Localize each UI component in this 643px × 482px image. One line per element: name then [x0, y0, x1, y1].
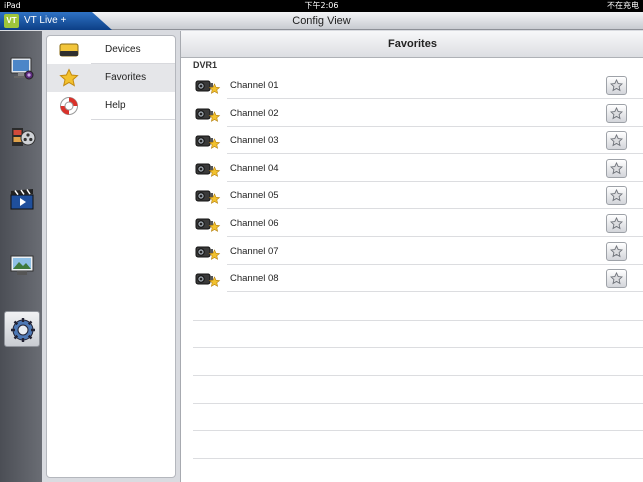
star-outline-icon — [610, 134, 623, 147]
channel-row[interactable]: Channel 05 — [193, 182, 643, 210]
empty-row-divider — [193, 402, 643, 404]
channel-row[interactable]: Channel 02 — [193, 100, 643, 127]
channel-row[interactable]: Channel 08 — [193, 265, 643, 293]
favorite-toggle-button[interactable] — [606, 241, 627, 261]
clapperboard-icon — [10, 189, 34, 210]
app-name: VT Live + — [24, 15, 67, 26]
menu-item-devices[interactable]: Devices — [47, 36, 175, 64]
detail-header: Favorites — [181, 31, 643, 58]
camera-icon — [195, 218, 221, 232]
tab-live-view[interactable] — [4, 51, 40, 87]
empty-row-divider — [193, 347, 643, 349]
tab-config[interactable] — [4, 311, 40, 347]
detail-title: Favorites — [388, 38, 437, 50]
star-outline-icon — [610, 106, 623, 119]
film-reel-icon — [12, 128, 36, 146]
favorite-toggle-button[interactable] — [606, 186, 627, 206]
menu-item-help[interactable]: Help — [47, 92, 175, 120]
channel-row[interactable]: Channel 01 — [193, 72, 643, 99]
lifebuoy-icon — [60, 97, 78, 115]
app-logo-icon: VT — [4, 14, 19, 28]
empty-row-divider — [193, 375, 643, 376]
camera-icon — [195, 135, 221, 150]
channel-label: Channel 01 — [230, 80, 279, 91]
settings-menu: Devices Favorites Help — [46, 35, 176, 478]
camera-icon — [195, 246, 221, 260]
dvr-device-icon — [59, 43, 79, 57]
star-outline-icon — [610, 161, 623, 175]
empty-row-divider — [193, 319, 643, 321]
empty-row-divider — [193, 430, 643, 432]
monitor-camera-icon — [10, 57, 34, 80]
battery-status: 不在充电 — [607, 1, 639, 10]
channel-row[interactable]: Channel 03 — [193, 127, 643, 155]
star-outline-icon — [610, 189, 623, 202]
star-outline-icon — [610, 217, 623, 230]
channel-row[interactable]: Channel 04 — [193, 155, 643, 182]
tab-video[interactable] — [4, 181, 40, 217]
channel-label: Channel 02 — [230, 107, 279, 119]
menu-item-label: Devices — [105, 44, 141, 55]
favorite-toggle-button[interactable] — [606, 103, 627, 123]
tab-bar — [0, 31, 42, 482]
channel-label: Channel 06 — [230, 218, 279, 229]
channel-row[interactable]: Channel 07 — [193, 238, 643, 265]
camera-icon — [195, 80, 221, 94]
favorite-toggle-button[interactable] — [606, 214, 627, 233]
channel-label: Channel 04 — [230, 162, 279, 174]
favorite-toggle-button[interactable] — [606, 158, 627, 178]
settings-gear-icon — [11, 318, 35, 342]
favorite-toggle-button[interactable] — [606, 76, 627, 95]
title-bar: Config View VT VT Live + — [0, 12, 643, 30]
divider — [227, 291, 643, 293]
favorites-panel: Favorites DVR1 Channel 01 Channel 02 Chann… — [180, 31, 643, 482]
empty-row-divider — [193, 457, 643, 459]
channel-label: Channel 05 — [230, 190, 279, 202]
channel-row[interactable]: Channel 06 — [193, 210, 643, 237]
tab-playback[interactable] — [4, 119, 40, 155]
channel-label: Channel 03 — [230, 135, 279, 147]
favorite-toggle-button[interactable] — [606, 131, 627, 151]
camera-icon — [195, 108, 221, 122]
star-outline-icon — [610, 79, 623, 92]
section-header: DVR1 — [193, 60, 218, 70]
camera-icon — [195, 190, 221, 205]
star-outline-icon — [610, 272, 623, 285]
tab-snapshot[interactable] — [4, 247, 40, 283]
menu-item-label: Favorites — [105, 72, 147, 83]
channel-label: Channel 08 — [230, 273, 279, 285]
menu-item-label: Help — [105, 100, 126, 111]
menu-item-favorites[interactable]: Favorites — [47, 64, 175, 92]
star-outline-icon — [610, 244, 623, 257]
clock: 下午2:06 — [304, 1, 339, 10]
star-icon — [59, 68, 79, 87]
camera-icon — [195, 163, 221, 177]
favorite-toggle-button[interactable] — [606, 269, 627, 289]
status-bar: iPad 下午2:06 不在充电 — [0, 0, 643, 12]
picture-frame-icon — [10, 255, 34, 275]
camera-icon — [195, 273, 221, 288]
divider — [91, 119, 175, 120]
channel-label: Channel 07 — [230, 245, 279, 257]
